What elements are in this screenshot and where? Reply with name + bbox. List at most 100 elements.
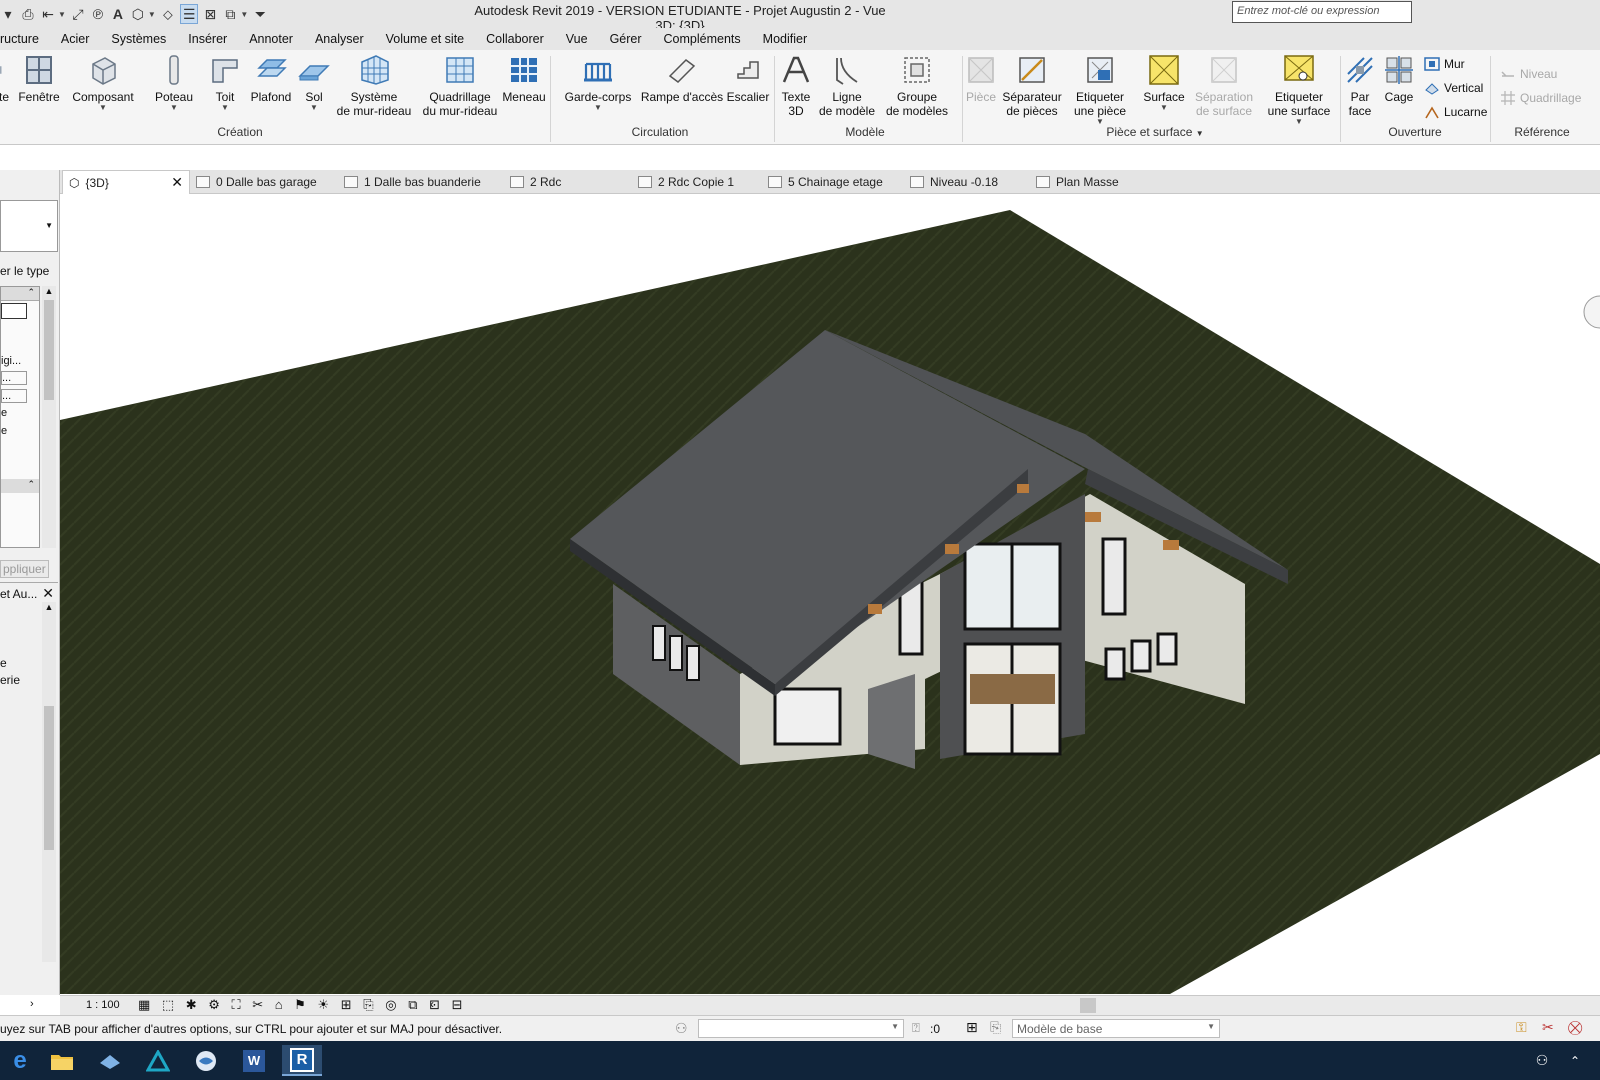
chevron-down-icon[interactable]: ▼ [240, 10, 248, 19]
scroll-up-icon[interactable]: ▲ [42, 286, 56, 296]
editing-icon[interactable]: ⍰ [912, 1020, 920, 1036]
tab-structure[interactable]: ructure [0, 32, 50, 46]
dimension-icon[interactable]: ⤢ [70, 4, 86, 24]
print-icon[interactable]: ⎙ [20, 4, 36, 24]
browser-item[interactable]: e [0, 656, 7, 670]
workset-icon[interactable]: ⚇ [675, 1020, 688, 1037]
desktop-app-icon[interactable] [90, 1045, 130, 1076]
tab-view-dalle-garage[interactable]: 0 Dalle bas garage [196, 170, 317, 194]
area-boundary-button[interactable]: Séparation de surface [1192, 52, 1256, 118]
tab-view-chainage[interactable]: 5 Chainage etage [768, 170, 883, 194]
3d-view-icon[interactable]: ⬡ [130, 4, 146, 24]
tab-view-niveau[interactable]: Niveau -0.18 [910, 170, 998, 194]
browser-scrollbar[interactable]: ▲ [42, 602, 56, 962]
window-side[interactable] [652, 625, 666, 661]
switch-windows-icon[interactable]: ⧉ [222, 4, 238, 24]
stair-button[interactable]: Escalier [726, 52, 770, 104]
filter-icon[interactable]: ⊞ [966, 1019, 978, 1036]
tag-icon[interactable]: ℗ [90, 4, 106, 24]
partial-button[interactable]: te [0, 52, 12, 104]
railing-button[interactable]: Garde-corps ▼ [560, 52, 636, 112]
window-small[interactable] [1104, 647, 1126, 681]
floor-button[interactable]: Sol ▼ [296, 52, 332, 112]
entrance-recess[interactable] [868, 674, 915, 769]
3d-viewport[interactable] [60, 194, 1600, 994]
tab-view-plan-masse[interactable]: Plan Masse [1036, 170, 1119, 194]
scroll-left-icon[interactable]: ‹ [430, 997, 434, 1011]
design-option-select[interactable]: Modèle de base ▼ [1012, 1019, 1220, 1038]
dormer-button[interactable]: Lucarne [1424, 104, 1487, 120]
scroll-thumb[interactable] [44, 300, 54, 400]
window-side[interactable] [686, 645, 700, 681]
tag-area-button[interactable]: Etiqueter une surface ▼ [1262, 52, 1336, 126]
close-icon[interactable]: ✕ [42, 585, 54, 602]
measure-icon[interactable]: ⇤ [40, 4, 56, 24]
tray-chevron-up-icon[interactable]: ⌃ [1560, 1045, 1590, 1076]
property-button[interactable]: ... [1, 371, 27, 385]
room-button[interactable]: Pièce [964, 52, 998, 104]
tab-collaborate[interactable]: Collaborer [475, 32, 555, 46]
model-group-button[interactable]: Groupe de modèles [882, 52, 952, 118]
edit-type-button[interactable]: er le type [0, 264, 49, 278]
column-button[interactable]: Poteau ▼ [152, 52, 196, 112]
keyword-search-input[interactable]: Entrez mot-clé ou expression [1232, 1, 1412, 23]
window-upper-right[interactable] [1101, 537, 1127, 616]
scroll-thumb[interactable] [44, 706, 54, 850]
scroll-right-icon[interactable]: › [30, 998, 34, 1010]
dropdown-arrow-icon[interactable]: ▾ [0, 4, 16, 24]
tab-modify[interactable]: Modifier [752, 32, 818, 46]
close-icon[interactable]: ✕ [171, 174, 183, 191]
tab-insert[interactable]: Insérer [177, 32, 238, 46]
thin-lines-icon[interactable]: ☰ [179, 4, 199, 24]
properties-scrollbar[interactable]: ▲ [42, 286, 56, 548]
vertical-opening-button[interactable]: Vertical [1424, 80, 1483, 96]
workset-select[interactable]: ▼ [698, 1019, 904, 1038]
wall-opening-button[interactable]: Mur [1424, 56, 1465, 72]
curtain-grid-button[interactable]: Quadrillage du mur-rideau [418, 52, 502, 118]
window-side[interactable] [669, 635, 683, 671]
design-option-icon[interactable]: ⎘ [990, 1019, 1001, 1036]
apply-button[interactable]: ppliquer [0, 560, 49, 578]
horizontal-scroll-thumb[interactable] [1080, 998, 1096, 1013]
window-small[interactable] [1130, 639, 1152, 673]
window-button[interactable]: Fenêtre [18, 52, 60, 104]
view-cube-icon[interactable] [1583, 295, 1600, 329]
collapse-icon[interactable]: ⌃ [1, 479, 39, 493]
scroll-up-icon[interactable]: ▲ [42, 602, 56, 612]
browser-item[interactable]: erie [0, 673, 20, 687]
tab-addins[interactable]: Compléments [653, 32, 752, 46]
link-select-icon[interactable]: ⚿ [1516, 1019, 1527, 1036]
edge-browser-icon[interactable]: e [0, 1045, 40, 1076]
mullion-button[interactable]: Meneau [502, 52, 546, 104]
outlook-icon[interactable] [186, 1045, 226, 1076]
view-scale[interactable]: 1 : 100 [86, 999, 120, 1011]
autodesk-icon[interactable] [138, 1045, 178, 1076]
pinned-select-icon[interactable]: ✂ [1542, 1019, 1554, 1036]
level-button[interactable]: Niveau [1500, 66, 1557, 82]
tab-view-rdc-copie[interactable]: 2 Rdc Copie 1 [638, 170, 734, 194]
room-separator-button[interactable]: Séparateur de pièces [1000, 52, 1064, 118]
roof-button[interactable]: Toit ▼ [207, 52, 243, 112]
file-explorer-icon[interactable] [42, 1045, 82, 1076]
customize-toolbar-icon[interactable]: ⏷ [252, 4, 268, 24]
close-hidden-icon[interactable]: ⊠ [202, 4, 218, 24]
chevron-down-icon[interactable]: ▼ [58, 10, 66, 19]
window-ground[interactable] [773, 687, 842, 746]
chevron-down-icon[interactable]: ▼ [1196, 129, 1204, 138]
collapse-icon[interactable]: ⌃ [1, 287, 39, 301]
ceiling-button[interactable]: Plafond [248, 52, 294, 104]
tab-view-rdc[interactable]: 2 Rdc [510, 170, 561, 194]
component-button[interactable]: Composant ▼ [70, 52, 136, 112]
model-line-button[interactable]: Ligne de modèle [816, 52, 878, 118]
chevron-down-icon[interactable]: ▼ [148, 10, 156, 19]
tab-view-3d[interactable]: ⬡ {3D} ✕ [62, 170, 190, 194]
property-button[interactable]: ... [1, 389, 27, 403]
grid-button[interactable]: Quadrillage [1500, 90, 1581, 106]
tab-systems[interactable]: Systèmes [100, 32, 177, 46]
revit-icon[interactable]: R [282, 1045, 322, 1076]
text-icon[interactable]: A [110, 4, 126, 24]
people-icon[interactable]: ⚇ [1522, 1045, 1562, 1076]
tab-manage[interactable]: Gérer [599, 32, 653, 46]
property-input[interactable] [1, 303, 27, 319]
curtain-system-button[interactable]: Système de mur-rideau [336, 52, 412, 118]
